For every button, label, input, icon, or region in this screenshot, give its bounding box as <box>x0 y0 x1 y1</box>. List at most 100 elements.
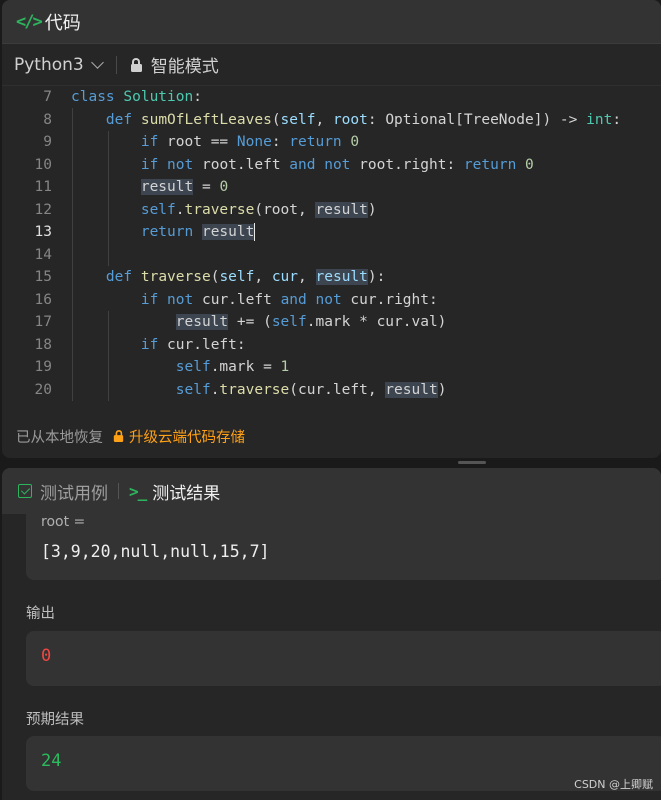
code-text: self.mark = 1 <box>71 356 290 379</box>
code-line[interactable]: 18 if cur.left: <box>2 334 661 357</box>
code-line[interactable]: 14 <box>2 244 661 267</box>
code-token: not <box>167 156 194 173</box>
output-label: 输出 <box>26 606 55 622</box>
code-token: root.left <box>193 156 290 173</box>
code-text: result += (self.mark * cur.val) <box>71 311 446 334</box>
line-number: 11 <box>34 179 52 195</box>
code-token: .mark * cur.val) <box>306 314 447 330</box>
code-token: return <box>140 224 194 240</box>
code-line[interactable]: 8 def sumOfLeftLeaves(self, root: Option… <box>2 109 661 132</box>
code-token: , <box>298 269 316 285</box>
code-token: 0 <box>525 156 534 173</box>
code-token: if <box>140 134 159 150</box>
code-token: def <box>105 111 133 128</box>
code-token: return <box>289 134 342 150</box>
smart-mode-toggle[interactable]: 智能模式 <box>130 52 219 77</box>
code-token: root <box>332 111 368 128</box>
panel-title: 代码 <box>44 12 81 34</box>
code-token: = <box>193 179 220 195</box>
upgrade-label: 升级云端代码存储 <box>129 429 245 446</box>
input-card: root = [3,9,20,null,null,15,7] <box>26 512 661 580</box>
line-number: 14 <box>34 246 52 263</box>
code-line[interactable]: 7 class Solution: <box>2 86 661 109</box>
code-token: root.right: <box>350 156 464 173</box>
code-panel-header: </> 代码 <box>2 0 661 44</box>
code-line[interactable]: 11 result = 0 <box>2 176 661 199</box>
code-token: result <box>201 224 255 240</box>
upgrade-cloud-storage-link[interactable]: 升级云端代码存储 <box>113 426 245 447</box>
code-icon: </> <box>16 11 43 32</box>
chevron-down-icon <box>90 55 104 69</box>
expected-label: 预期结果 <box>26 712 84 728</box>
code-token: cur.left: <box>158 336 246 353</box>
line-number: 17 <box>34 314 52 330</box>
code-line[interactable]: 12 self.traverse(root, result) <box>2 199 661 222</box>
tab-test-results[interactable]: >_ 测试结果 <box>129 479 220 504</box>
tab-test-cases[interactable]: 测试用例 <box>18 479 108 504</box>
code-token: traverse <box>184 201 255 218</box>
language-select[interactable]: Python3 <box>14 54 104 75</box>
input-label: root = <box>41 514 86 530</box>
code-line[interactable]: 10 if not root.left and not root.right: … <box>2 154 661 177</box>
code-token: root == <box>158 134 237 150</box>
tab-test-results-label: 测试结果 <box>152 483 221 504</box>
code-token: .mark = <box>210 359 281 375</box>
code-line[interactable]: 17 result += (self.mark * cur.val) <box>2 311 661 334</box>
code-token: result <box>315 269 368 285</box>
terminal-icon: >_ <box>129 481 147 501</box>
code-token: if <box>140 291 159 308</box>
lock-icon <box>113 430 124 442</box>
code-text: result = 0 <box>71 176 228 199</box>
code-token: 1 <box>280 359 290 375</box>
code-line[interactable]: 9 if root == None: return 0 <box>2 131 661 154</box>
code-token: not <box>315 291 342 308</box>
result-tabs: 测试用例 >_ 测试结果 <box>2 468 661 514</box>
code-token: def <box>105 269 133 285</box>
code-token: sumOfLeftLeaves <box>140 111 272 128</box>
code-token: Solution <box>123 89 194 105</box>
code-text: if not cur.left and not cur.right: <box>71 289 438 312</box>
code-token: None <box>236 134 272 150</box>
line-number: 15 <box>34 269 52 285</box>
code-editor[interactable]: 7 class Solution: 8 def sumOfLeftLeaves(se… <box>2 86 661 416</box>
code-line[interactable]: 15 def traverse(self, cur, result): <box>2 266 661 289</box>
editor-status-bar: 已从本地恢复 升级云端代码存储 <box>2 414 661 458</box>
code-line[interactable]: 16 if not cur.left and not cur.right: <box>2 289 661 312</box>
code-line[interactable]: 13 return result <box>2 221 661 244</box>
code-text: self.traverse(root, result) <box>71 199 377 222</box>
expected-value: 24 <box>41 751 62 771</box>
checkbox-icon <box>18 484 32 498</box>
line-number: 8 <box>43 111 52 128</box>
code-line[interactable]: 19 self.mark = 1 <box>2 356 661 379</box>
code-token: self <box>271 314 307 330</box>
panel-resize-handle[interactable] <box>458 461 486 464</box>
language-label: Python3 <box>14 54 84 75</box>
code-line[interactable]: 20 self.traverse(cur.left, result) <box>2 379 661 402</box>
expected-card: 24 <box>26 736 661 791</box>
line-number: 16 <box>34 291 52 308</box>
code-text: def traverse(self, cur, result): <box>71 266 385 289</box>
code-token: not <box>324 156 351 173</box>
code-token: traverse <box>140 269 211 285</box>
code-token: traverse <box>219 381 290 398</box>
code-token: self <box>219 269 255 285</box>
code-text: class Solution: <box>71 86 202 109</box>
line-number: 7 <box>43 89 52 105</box>
code-token: (root, <box>254 201 316 218</box>
code-token: , <box>254 269 272 285</box>
code-text: def sumOfLeftLeaves(self, root: Optional… <box>71 109 621 132</box>
code-token: : <box>271 134 290 150</box>
tab-divider <box>118 483 119 499</box>
code-token: if <box>140 336 159 353</box>
code-token: result <box>385 381 438 398</box>
